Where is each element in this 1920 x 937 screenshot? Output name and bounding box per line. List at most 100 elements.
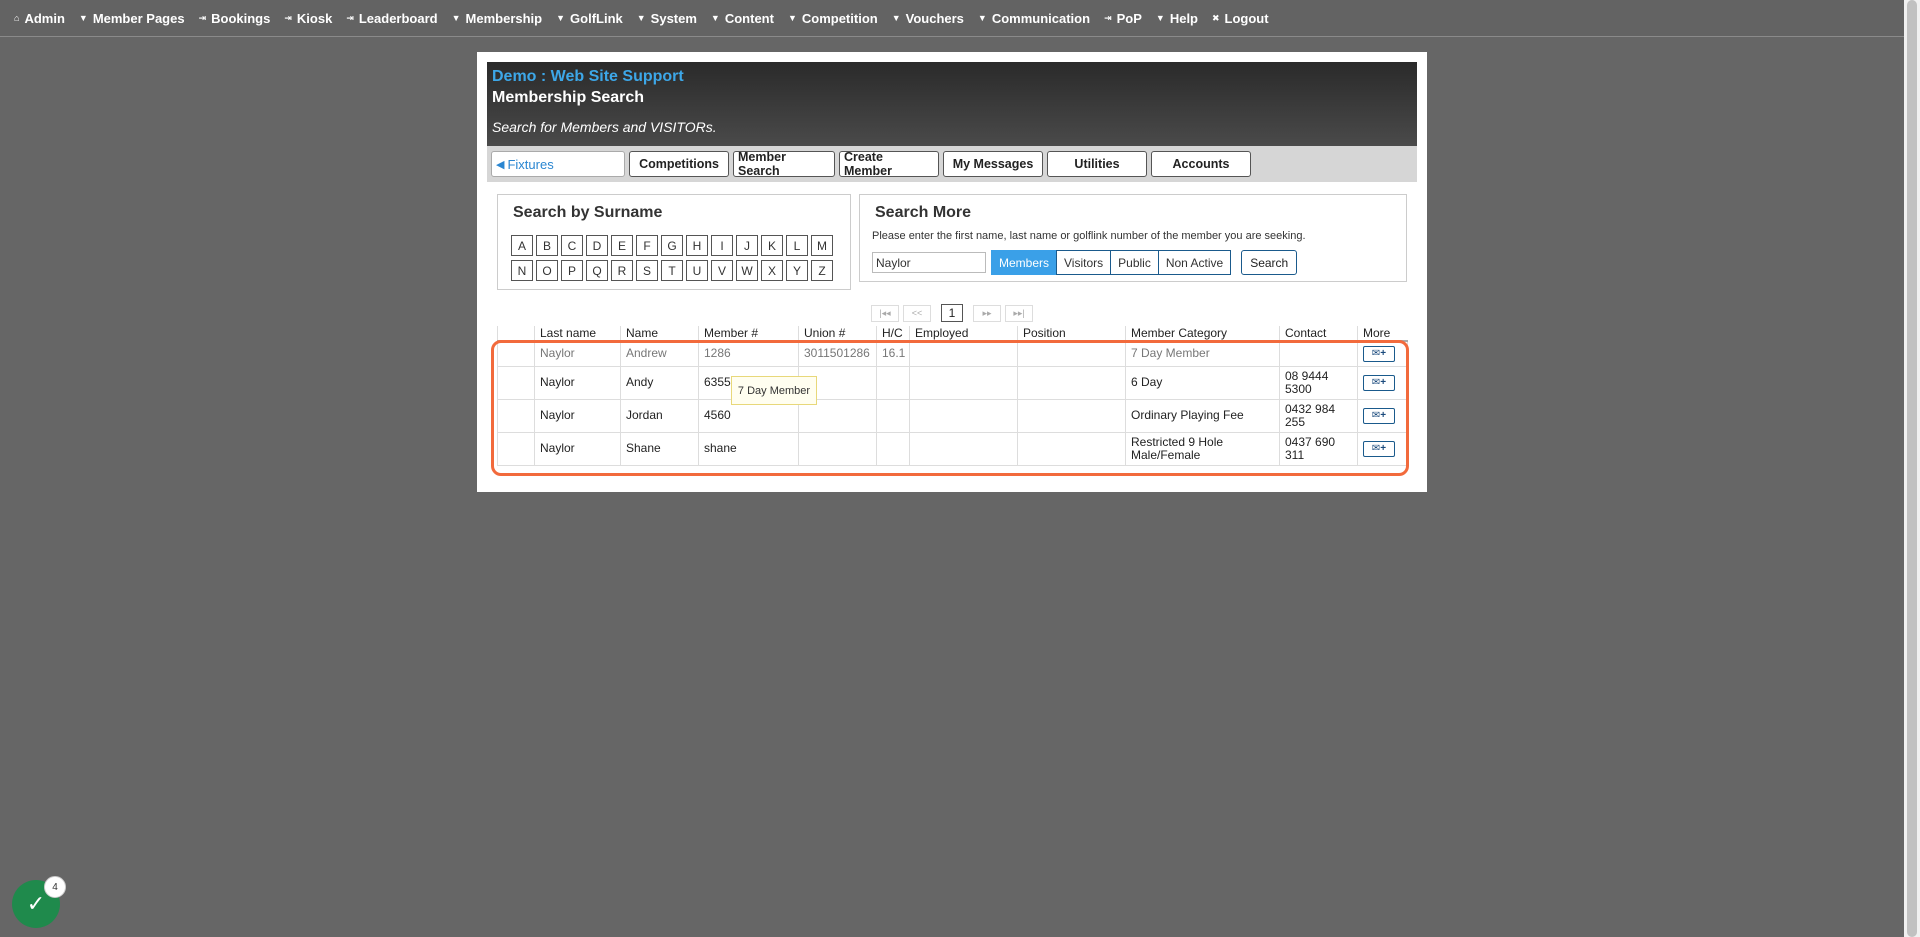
nav-competition[interactable]: ▼ Competition xyxy=(788,11,878,26)
nav-label: Member Pages xyxy=(92,10,185,26)
letter-i-button[interactable]: I xyxy=(711,235,733,256)
letter-z-button[interactable]: Z xyxy=(811,260,833,281)
cell-last: Naylor xyxy=(534,365,621,400)
dropdown-icon: ▼ xyxy=(556,13,566,23)
nav-kiosk[interactable]: ⇥ Kiosk xyxy=(284,11,332,26)
table-row[interactable]: Naylor Jordan 4560 Ordinary Playing Fee 0432… xyxy=(497,398,1408,433)
dropdown-icon: ▼ xyxy=(787,13,797,23)
letter-m-button[interactable]: M xyxy=(811,235,833,256)
table-row[interactable]: Naylor Andy 6355 6 Day 08 9444 5300 ✉+ xyxy=(497,365,1408,400)
prev-page-button[interactable]: << xyxy=(903,304,931,322)
letter-p-button[interactable]: P xyxy=(561,260,583,281)
cell-hc xyxy=(876,365,910,400)
email-add-icon[interactable]: ✉+ xyxy=(1363,407,1395,424)
nav-vouchers[interactable]: ▼ Vouchers xyxy=(892,11,964,26)
nav-label: System xyxy=(650,10,697,26)
letter-w-button[interactable]: W xyxy=(736,260,758,281)
nav-help[interactable]: ▼ Help xyxy=(1156,11,1198,26)
letter-o-button[interactable]: O xyxy=(536,260,558,281)
tab-member-search[interactable]: Member Search xyxy=(733,150,835,178)
row-select-cell[interactable] xyxy=(497,340,535,367)
filter-members[interactable]: Members xyxy=(991,250,1058,275)
tab-accounts[interactable]: Accounts xyxy=(1151,151,1251,177)
nav-membership[interactable]: ▼ Membership xyxy=(452,11,543,26)
cell-name: Shane xyxy=(620,431,699,466)
nav-label: Leaderboard xyxy=(358,10,438,26)
letter-r-button[interactable]: R xyxy=(611,260,633,281)
top-navigation: ⌂ Admin ▼ Member Pages ⇥ Bookings ⇥ Kiosk ⇥ Leade… xyxy=(0,0,1904,37)
filter-visitors[interactable]: Visitors xyxy=(1056,250,1112,275)
letter-f-button[interactable]: F xyxy=(636,235,658,256)
next-page-button[interactable]: ▸▸ xyxy=(973,304,1001,322)
letter-j-button[interactable]: J xyxy=(736,235,758,256)
letter-s-button[interactable]: S xyxy=(636,260,658,281)
column-header: Position xyxy=(1017,326,1126,342)
letter-n-button[interactable]: N xyxy=(511,260,533,281)
search-more-title: Search More xyxy=(875,204,972,221)
scrollbar-thumb[interactable] xyxy=(1907,0,1917,937)
tab-create-member[interactable]: Create Member xyxy=(839,150,939,178)
cell-last: Naylor xyxy=(534,340,621,367)
nav-bookings[interactable]: ⇥ Bookings xyxy=(199,11,271,26)
letter-c-button[interactable]: C xyxy=(561,235,583,256)
column-header: Name xyxy=(620,326,699,342)
letter-u-button[interactable]: U xyxy=(686,260,708,281)
letter-q-button[interactable]: Q xyxy=(586,260,608,281)
cell-hc xyxy=(876,398,910,433)
filter-non-active[interactable]: Non Active xyxy=(1157,250,1232,275)
site-title[interactable]: Demo : Web Site Support xyxy=(492,67,1412,87)
nav-label: Competition xyxy=(801,10,878,26)
nav-communication[interactable]: ▼ Communication xyxy=(978,11,1090,26)
cell-name: Andrew xyxy=(620,340,699,367)
cell-name: Jordan xyxy=(620,398,699,433)
nav-leaderboard[interactable]: ⇥ Leaderboard xyxy=(346,11,437,26)
letter-k-button[interactable]: K xyxy=(761,235,783,256)
row-select-cell[interactable] xyxy=(497,365,535,400)
tab-my-messages[interactable]: My Messages xyxy=(943,151,1043,177)
current-page[interactable]: 1 xyxy=(941,304,963,322)
cell-category: 6 Day xyxy=(1125,365,1280,400)
dropdown-icon: ▼ xyxy=(891,13,901,23)
letter-row-2: NOPQRSTUVWXYZ xyxy=(511,260,836,281)
letter-t-button[interactable]: T xyxy=(661,260,683,281)
letter-y-button[interactable]: Y xyxy=(786,260,808,281)
table-row[interactable]: Naylor Shane shane Restricted 9 Hole Male/F… xyxy=(497,431,1408,466)
dropdown-icon: ▼ xyxy=(710,13,720,23)
nav-label: Communication xyxy=(991,10,1091,26)
nav-content[interactable]: ▼ Content xyxy=(711,11,774,26)
nav-golflink[interactable]: ▼ GolfLink xyxy=(556,11,623,26)
email-add-icon[interactable]: ✉+ xyxy=(1363,440,1395,457)
back-label: Fixtures xyxy=(507,156,554,172)
letter-g-button[interactable]: G xyxy=(661,235,683,256)
nav-member-pages[interactable]: ▼ Member Pages xyxy=(79,11,185,26)
tab-competitions[interactable]: Competitions xyxy=(629,151,729,177)
row-select-cell[interactable] xyxy=(497,431,535,466)
filter-public[interactable]: Public xyxy=(1110,250,1159,275)
tab-utilities[interactable]: Utilities xyxy=(1047,151,1147,177)
nav-pop[interactable]: ⇥ PoP xyxy=(1104,11,1142,26)
column-header: More xyxy=(1357,326,1408,342)
letter-b-button[interactable]: B xyxy=(536,235,558,256)
nav-logout[interactable]: ✖ Logout xyxy=(1212,11,1269,26)
email-add-icon[interactable]: ✉+ xyxy=(1363,374,1395,391)
last-page-button[interactable]: ▸▸| xyxy=(1005,304,1033,322)
letter-a-button[interactable]: A xyxy=(511,235,533,256)
letter-d-button[interactable]: D xyxy=(586,235,608,256)
letter-v-button[interactable]: V xyxy=(711,260,733,281)
letter-x-button[interactable]: X xyxy=(761,260,783,281)
email-add-icon[interactable]: ✉+ xyxy=(1363,345,1395,362)
page-scrollbar[interactable] xyxy=(1904,0,1920,937)
first-page-button[interactable]: |◂◂ xyxy=(871,304,899,322)
nav-system[interactable]: ▼ System xyxy=(637,11,697,26)
letter-h-button[interactable]: H xyxy=(686,235,708,256)
pagination: |◂◂ << 1 ▸▸ ▸▸| xyxy=(871,304,1037,322)
back-fixtures-button[interactable]: ◀ Fixtures xyxy=(491,151,625,177)
letter-l-button[interactable]: L xyxy=(786,235,808,256)
search-input[interactable] xyxy=(872,252,986,273)
search-button[interactable]: Search xyxy=(1241,250,1298,275)
cell-contact xyxy=(1279,340,1358,367)
table-row[interactable]: Naylor Andrew 1286 3011501286 16.1 7 Day Memb… xyxy=(497,340,1408,367)
nav-admin[interactable]: ⌂ Admin xyxy=(14,11,65,26)
row-select-cell[interactable] xyxy=(497,398,535,433)
letter-e-button[interactable]: E xyxy=(611,235,633,256)
